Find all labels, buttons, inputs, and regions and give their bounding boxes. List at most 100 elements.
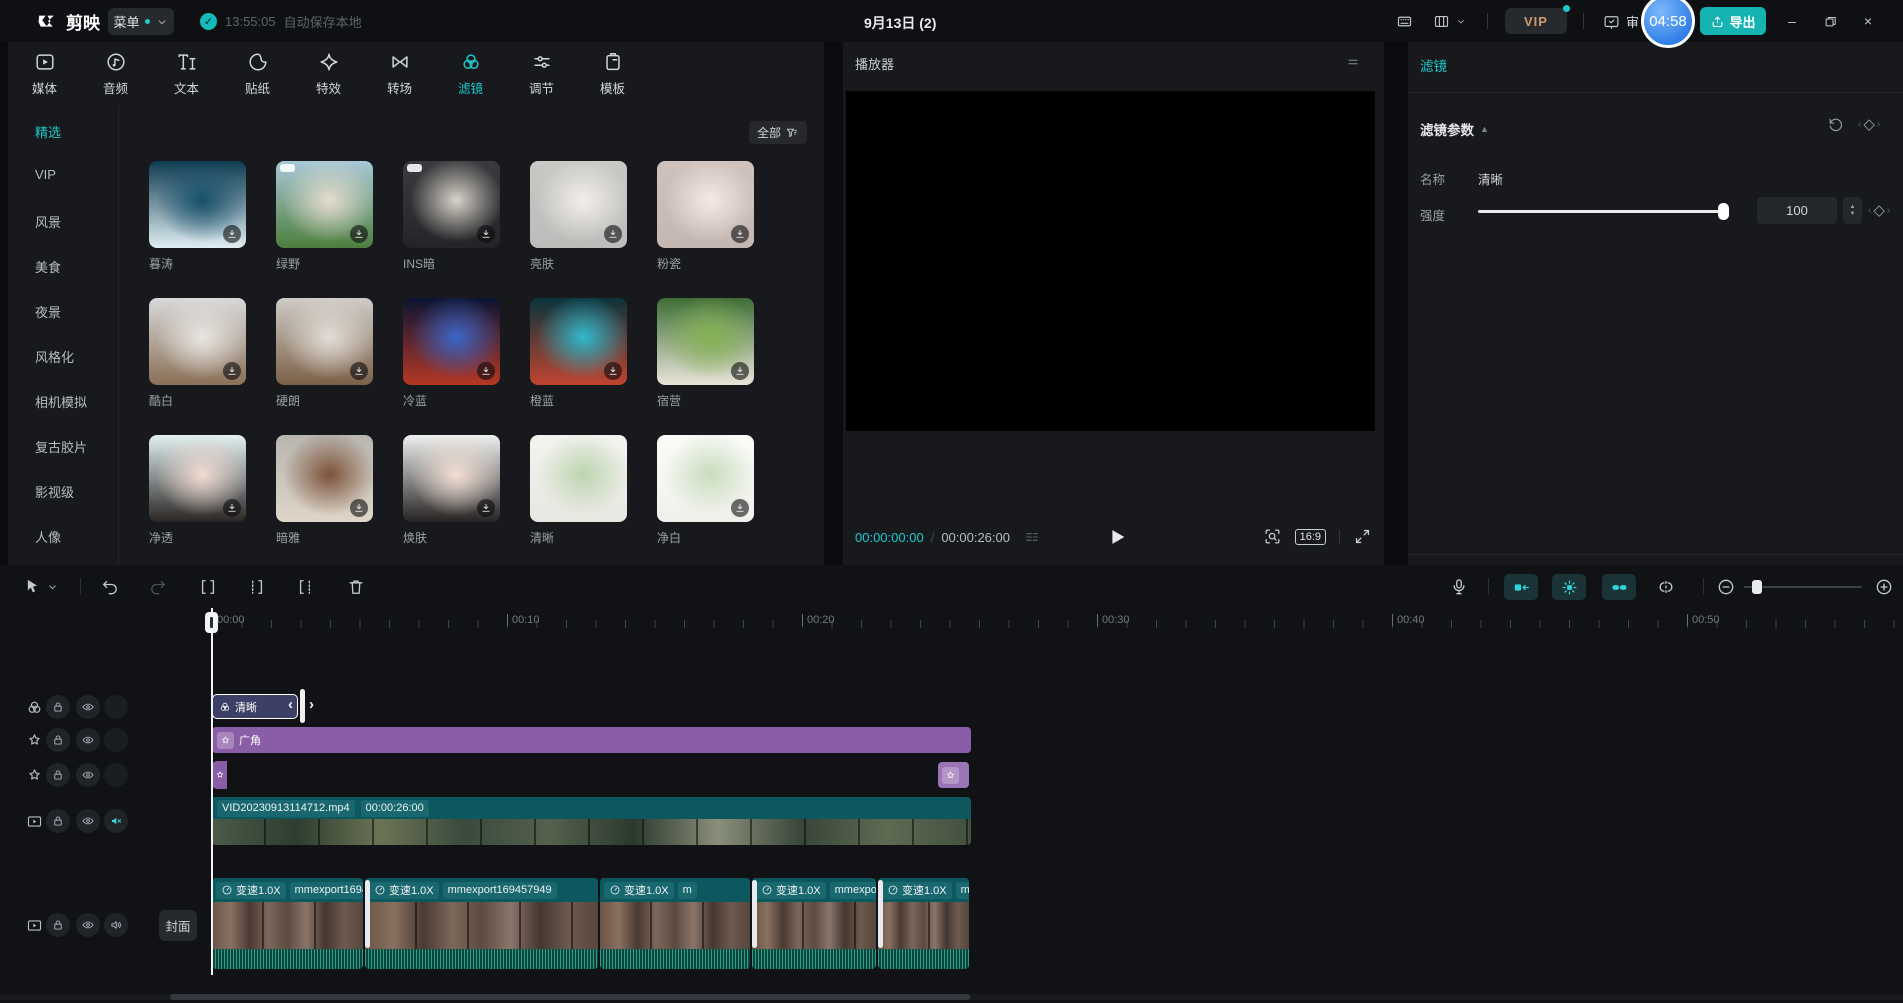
download-icon[interactable] [350, 362, 368, 380]
filter-thumbnail[interactable] [403, 298, 500, 385]
speed-video-clip[interactable]: 变速1.0Xmmex [878, 878, 969, 969]
download-icon[interactable] [477, 225, 495, 243]
clip-cut-handle[interactable] [365, 880, 370, 948]
trim-handle-right-icon[interactable]: › [309, 696, 314, 713]
export-button[interactable]: 导出 [1700, 7, 1766, 35]
sidebar-item-夜景[interactable]: 夜景 [35, 302, 61, 321]
sidebar-item-美食[interactable]: 美食 [35, 257, 61, 276]
split-right-icon[interactable] [296, 577, 316, 597]
strength-slider-thumb[interactable] [1718, 203, 1729, 220]
filter-thumbnail[interactable] [530, 435, 627, 522]
tab-文本[interactable]: 文本 [151, 42, 222, 106]
lock-track-button[interactable] [46, 728, 70, 752]
hide-track-button[interactable] [76, 763, 100, 787]
inspector-tab-filter[interactable]: 滤镜 [1420, 55, 1447, 75]
timeline-zoom-thumb[interactable] [1752, 580, 1762, 594]
vip-button[interactable]: VIP [1505, 8, 1567, 34]
record-voiceover-icon[interactable] [1449, 577, 1469, 597]
clip-cut-handle[interactable] [752, 880, 757, 948]
lock-track-button[interactable] [46, 913, 70, 937]
sidebar-item-影视级[interactable]: 影视级 [35, 482, 74, 501]
preview-axis-icon[interactable] [1656, 577, 1676, 597]
quality-list-icon[interactable] [1023, 529, 1041, 545]
player-menu-icon[interactable] [1344, 55, 1362, 69]
download-icon[interactable] [350, 225, 368, 243]
menu-button[interactable]: 菜单 [108, 8, 174, 35]
sidebar-item-相机模拟[interactable]: 相机模拟 [35, 392, 87, 411]
layout-caret-icon[interactable] [1455, 13, 1467, 30]
hide-track-button[interactable] [76, 913, 100, 937]
clip-cut-handle[interactable] [878, 880, 883, 948]
timer-badge[interactable]: 04:58 [1641, 0, 1695, 48]
filter-thumbnail[interactable] [149, 298, 246, 385]
all-filter-button[interactable]: 全部 [749, 121, 807, 144]
reset-icon[interactable] [1826, 116, 1843, 133]
hide-track-button[interactable] [76, 695, 100, 719]
download-icon[interactable] [604, 225, 622, 243]
filter-card-硬朗[interactable]: 硬朗 [276, 298, 373, 409]
timeline-scrollbar[interactable] [0, 994, 1903, 1000]
filter-thumbnail[interactable] [403, 161, 500, 248]
play-button[interactable] [1106, 525, 1128, 549]
keyframe-diamond-icon[interactable]: ◇ [1873, 201, 1885, 219]
lock-track-button[interactable] [46, 763, 70, 787]
select-tool-icon[interactable] [22, 577, 42, 597]
download-icon[interactable] [477, 499, 495, 517]
hide-track-button[interactable] [76, 809, 100, 833]
download-icon[interactable] [223, 225, 241, 243]
filter-clip[interactable]: 清晰 [212, 694, 298, 719]
stepper-up-icon[interactable]: ▲ [1850, 204, 1856, 210]
mute-track-button[interactable] [104, 809, 128, 833]
tab-滤镜[interactable]: 滤镜 [435, 42, 506, 106]
split-left-icon[interactable] [246, 577, 266, 597]
strength-keyframe-control[interactable]: ‹◇› [1868, 201, 1890, 219]
filter-card-绿野[interactable]: 绿野 [276, 161, 373, 272]
filter-thumbnail[interactable] [149, 435, 246, 522]
stepper-down-icon[interactable]: ▼ [1850, 211, 1856, 217]
filter-card-橙蓝[interactable]: 橙蓝 [530, 298, 627, 409]
filter-card-清晰[interactable]: 清晰 [530, 435, 627, 546]
playhead-line[interactable] [211, 608, 213, 975]
hide-track-button[interactable] [76, 728, 100, 752]
minimize-button[interactable]: – [1783, 12, 1801, 30]
filter-thumbnail[interactable] [149, 161, 246, 248]
filter-thumbnail[interactable] [403, 435, 500, 522]
layout-panels-icon[interactable] [1432, 13, 1451, 30]
timeline-scrollbar-thumb[interactable] [170, 994, 970, 1000]
filter-thumbnail[interactable] [276, 298, 373, 385]
sidebar-item-精选[interactable]: 精选 [35, 122, 61, 141]
delete-icon[interactable] [346, 577, 366, 597]
aspect-ratio-button[interactable]: 16:9 [1295, 529, 1326, 545]
filter-card-冷蓝[interactable]: 冷蓝 [403, 298, 500, 409]
download-icon[interactable] [731, 499, 749, 517]
speed-video-clip[interactable]: 变速1.0Xm [600, 878, 750, 969]
effect-clip-small[interactable] [938, 762, 969, 788]
cover-button[interactable]: 封面 [159, 910, 197, 941]
restore-button[interactable] [1821, 12, 1839, 30]
sidebar-item-风景[interactable]: 风景 [35, 212, 61, 231]
filter-card-焕肤[interactable]: 焕肤 [403, 435, 500, 546]
filter-card-净透[interactable]: 净透 [149, 435, 246, 546]
filter-card-亮肤[interactable]: 亮肤 [530, 161, 627, 272]
effect-clip[interactable]: 广角 [212, 727, 971, 753]
filter-card-粉瓷[interactable]: 粉瓷 [657, 161, 754, 272]
tab-特效[interactable]: 特效 [293, 42, 364, 106]
filter-card-INS暗[interactable]: INS暗 [403, 161, 500, 272]
keyframe-diamond-icon[interactable]: ◇ [1863, 115, 1875, 133]
redo-icon[interactable] [148, 577, 168, 597]
auto-snap-toggle[interactable] [1504, 574, 1538, 600]
strength-value-input[interactable]: 100 [1757, 197, 1837, 224]
video-clip[interactable]: VID20230913114712.mp4 00:00:26:00 [212, 797, 971, 845]
strength-slider[interactable] [1478, 210, 1728, 213]
fullscreen-icon[interactable] [1353, 527, 1372, 546]
speed-video-clip[interactable]: 变速1.0Xmmexport1 [752, 878, 876, 969]
filter-thumbnail[interactable] [530, 161, 627, 248]
tab-贴纸[interactable]: 贴纸 [222, 42, 293, 106]
download-icon[interactable] [223, 499, 241, 517]
trim-handle-left-icon[interactable]: ‹ [288, 696, 293, 713]
sidebar-item-复古胶片[interactable]: 复古胶片 [35, 437, 87, 456]
filter-thumbnail[interactable] [276, 435, 373, 522]
filter-thumbnail[interactable] [657, 298, 754, 385]
download-icon[interactable] [731, 362, 749, 380]
filter-card-净白[interactable]: 净白 [657, 435, 754, 546]
